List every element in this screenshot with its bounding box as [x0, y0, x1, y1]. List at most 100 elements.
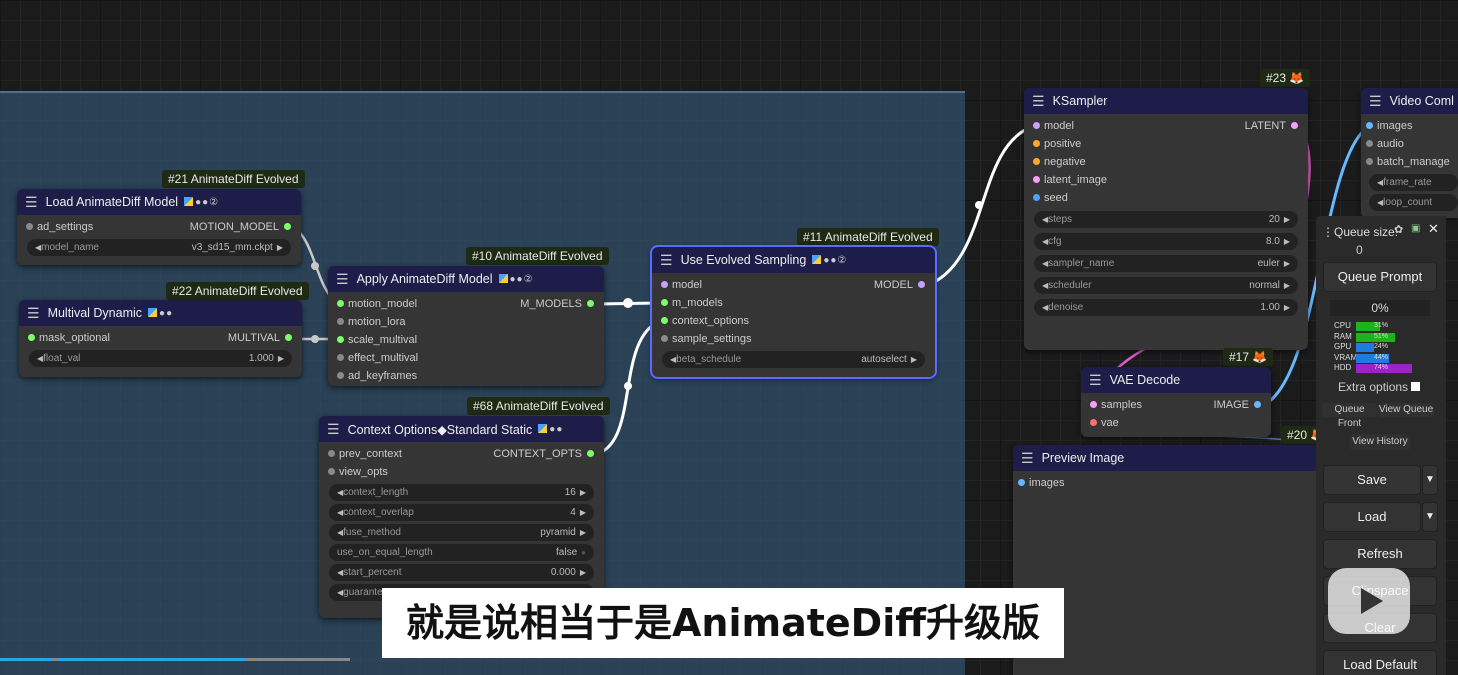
menu-icon[interactable]: ☰ — [25, 194, 38, 211]
view-history-button[interactable]: View History — [1350, 434, 1410, 450]
denoise-widget[interactable]: ◀ denoise 1.00 ▶ — [1034, 299, 1298, 316]
loop-count-widget[interactable]: ◀ loop_count — [1369, 194, 1458, 211]
video-progress-bar[interactable] — [0, 658, 350, 661]
node-header[interactable]: ☰ VAE Decode — [1081, 367, 1271, 393]
input-slot[interactable]: samples — [1090, 396, 1142, 414]
output-slot[interactable]: CONTEXT_OPTS — [493, 445, 594, 463]
float-val-widget[interactable]: ◀ float_val 1.000 ▶ — [29, 350, 292, 367]
frame-rate-widget[interactable]: ◀ frame_rate — [1369, 174, 1458, 191]
context-length-widget[interactable]: ◀ context_length 16 ▶ — [329, 484, 594, 501]
input-slot[interactable]: negative — [1033, 153, 1086, 171]
load-default-button[interactable]: Load Default — [1323, 650, 1437, 675]
input-slot[interactable]: model — [1033, 117, 1074, 135]
input-slot[interactable]: sample_settings — [661, 330, 752, 348]
menu-icon[interactable]: ☰ — [327, 421, 340, 438]
node-status-icon: ●●② — [812, 254, 847, 266]
menu-icon[interactable]: ☰ — [336, 271, 349, 288]
input-slot[interactable]: m_models — [661, 294, 723, 312]
apply-animatediff-model-node[interactable]: ☰ Apply AnimateDiff Model ●●② motion_mod… — [328, 266, 604, 386]
gpu-bar — [1356, 343, 1374, 352]
fuse-method-widget[interactable]: ◀ fuse_method pyramid ▶ — [329, 524, 594, 541]
node-header[interactable]: ☰ Use Evolved Sampling ●●② — [652, 247, 935, 273]
output-slot[interactable]: LATENT — [1245, 117, 1298, 135]
load-button[interactable]: Load — [1323, 502, 1421, 532]
input-slot[interactable]: images — [1366, 117, 1412, 135]
input-slot[interactable]: prev_context — [328, 445, 402, 463]
input-slot[interactable]: latent_image — [1033, 171, 1107, 189]
refresh-button[interactable]: Refresh — [1323, 539, 1437, 569]
node-badge: #11 AnimateDiff Evolved — [797, 228, 939, 246]
queue-size-label: ⋮Queue size: — [1322, 225, 1399, 239]
output-slot[interactable]: M_MODELS — [520, 295, 594, 313]
node-header[interactable]: ☰ Preview Image — [1013, 445, 1323, 471]
menu-icon[interactable]: ☰ — [1369, 93, 1382, 110]
input-slot[interactable]: seed — [1033, 189, 1068, 207]
menu-icon[interactable]: ☰ — [1021, 450, 1034, 467]
queue-front-button[interactable]: Queue Front — [1322, 403, 1377, 429]
menu-icon[interactable]: ☰ — [1032, 93, 1045, 110]
play-icon[interactable] — [1328, 568, 1410, 634]
gear-icon[interactable]: ✿ — [1394, 223, 1403, 236]
use-evolved-sampling-node[interactable]: ☰ Use Evolved Sampling ●●② model MODEL m… — [650, 245, 937, 379]
node-badge: #22 AnimateDiff Evolved — [166, 282, 309, 300]
output-slot[interactable]: MULTIVAL — [228, 329, 292, 347]
queue-prompt-button[interactable]: Queue Prompt — [1323, 262, 1437, 292]
node-status-icon: ●● — [148, 307, 173, 319]
vae-decode-node[interactable]: ☰ VAE Decode samples IMAGE vae — [1081, 367, 1271, 437]
output-slot[interactable]: MOTION_MODEL — [190, 218, 291, 236]
input-slot[interactable]: scale_multival — [337, 331, 417, 349]
ksampler-node[interactable]: ☰ KSampler model LATENT positive negativ… — [1024, 88, 1308, 350]
node-header[interactable]: ☰ KSampler — [1024, 88, 1308, 114]
output-slot[interactable]: IMAGE — [1214, 396, 1261, 414]
node-header[interactable]: ☰ Apply AnimateDiff Model ●●② — [328, 266, 604, 292]
node-badge: #68 AnimateDiff Evolved — [467, 397, 610, 415]
input-slot[interactable]: motion_model — [337, 295, 417, 313]
input-slot[interactable]: ad_keyframes — [337, 367, 417, 385]
node-header[interactable]: ☰ Video Coml — [1361, 88, 1458, 114]
input-slot[interactable]: audio — [1366, 135, 1404, 153]
multival-dynamic-node[interactable]: ☰ Multival Dynamic ●● mask_optional MULT… — [19, 300, 302, 377]
output-slot[interactable]: MODEL — [874, 276, 925, 294]
input-slot[interactable]: positive — [1033, 135, 1081, 153]
input-slot[interactable]: effect_multival — [337, 349, 418, 367]
cfg-widget[interactable]: ◀ cfg 8.0 ▶ — [1034, 233, 1298, 250]
input-slot[interactable]: motion_lora — [337, 313, 405, 331]
view-queue-button[interactable]: View Queue — [1378, 403, 1434, 417]
node-header[interactable]: ☰ Context Options◆Standard Static ●● — [319, 416, 604, 442]
steps-widget[interactable]: ◀ steps 20 ▶ — [1034, 211, 1298, 228]
input-slot[interactable]: context_options — [661, 312, 749, 330]
queue-size-value: 0 — [1356, 243, 1363, 257]
start-percent-widget[interactable]: ◀ start_percent 0.000 ▶ — [329, 564, 594, 581]
input-slot[interactable]: view_opts — [328, 463, 388, 481]
model-name-widget[interactable]: ◀ model_name v3_sd15_mm.ckpt ▶ — [27, 239, 291, 256]
input-slot[interactable]: batch_manage — [1366, 153, 1450, 171]
node-header[interactable]: ☰ Load AnimateDiff Model ●●② — [17, 189, 301, 215]
close-icon[interactable]: ✕ — [1428, 221, 1439, 237]
input-slot[interactable]: vae — [1090, 414, 1119, 432]
node-header[interactable]: ☰ Multival Dynamic ●● — [19, 300, 302, 326]
sampler-name-widget[interactable]: ◀ sampler_name euler ▶ — [1034, 255, 1298, 272]
node-badge: #23 🦊 — [1260, 69, 1310, 87]
menu-icon[interactable]: ☰ — [660, 252, 673, 269]
save-button[interactable]: Save — [1323, 465, 1421, 495]
load-dropdown-button[interactable]: ▼ — [1422, 502, 1438, 532]
input-slot[interactable]: images — [1018, 474, 1064, 492]
image-icon[interactable]: ▣ — [1411, 223, 1420, 234]
video-combine-node[interactable]: ☰ Video Coml images audio batch_manage ◀… — [1361, 88, 1458, 218]
scheduler-widget[interactable]: ◀ scheduler normal ▶ — [1034, 277, 1298, 294]
use-on-equal-length-toggle[interactable]: use_on_equal_length false ● — [329, 544, 594, 561]
menu-icon[interactable]: ☰ — [1089, 372, 1102, 389]
context-overlap-widget[interactable]: ◀ context_overlap 4 ▶ — [329, 504, 594, 521]
load-animatediff-model-node[interactable]: ☰ Load AnimateDiff Model ●●② ad_settings… — [17, 189, 301, 265]
node-status-icon: ●●② — [498, 273, 534, 285]
save-dropdown-button[interactable]: ▼ — [1422, 465, 1438, 495]
input-slot[interactable]: model — [661, 276, 702, 294]
extra-options-checkbox[interactable] — [1411, 382, 1421, 391]
beta-schedule-widget[interactable]: ◀ beta_schedule autoselect ▶ — [662, 351, 925, 368]
node-title: Preview Image — [1041, 451, 1125, 465]
input-slot[interactable]: ad_settings — [26, 218, 93, 236]
menu-icon[interactable]: ☰ — [27, 305, 40, 322]
node-badge: #10 AnimateDiff Evolved — [466, 247, 609, 265]
node-badge: #21 AnimateDiff Evolved — [162, 170, 305, 188]
input-slot[interactable]: mask_optional — [28, 329, 110, 347]
